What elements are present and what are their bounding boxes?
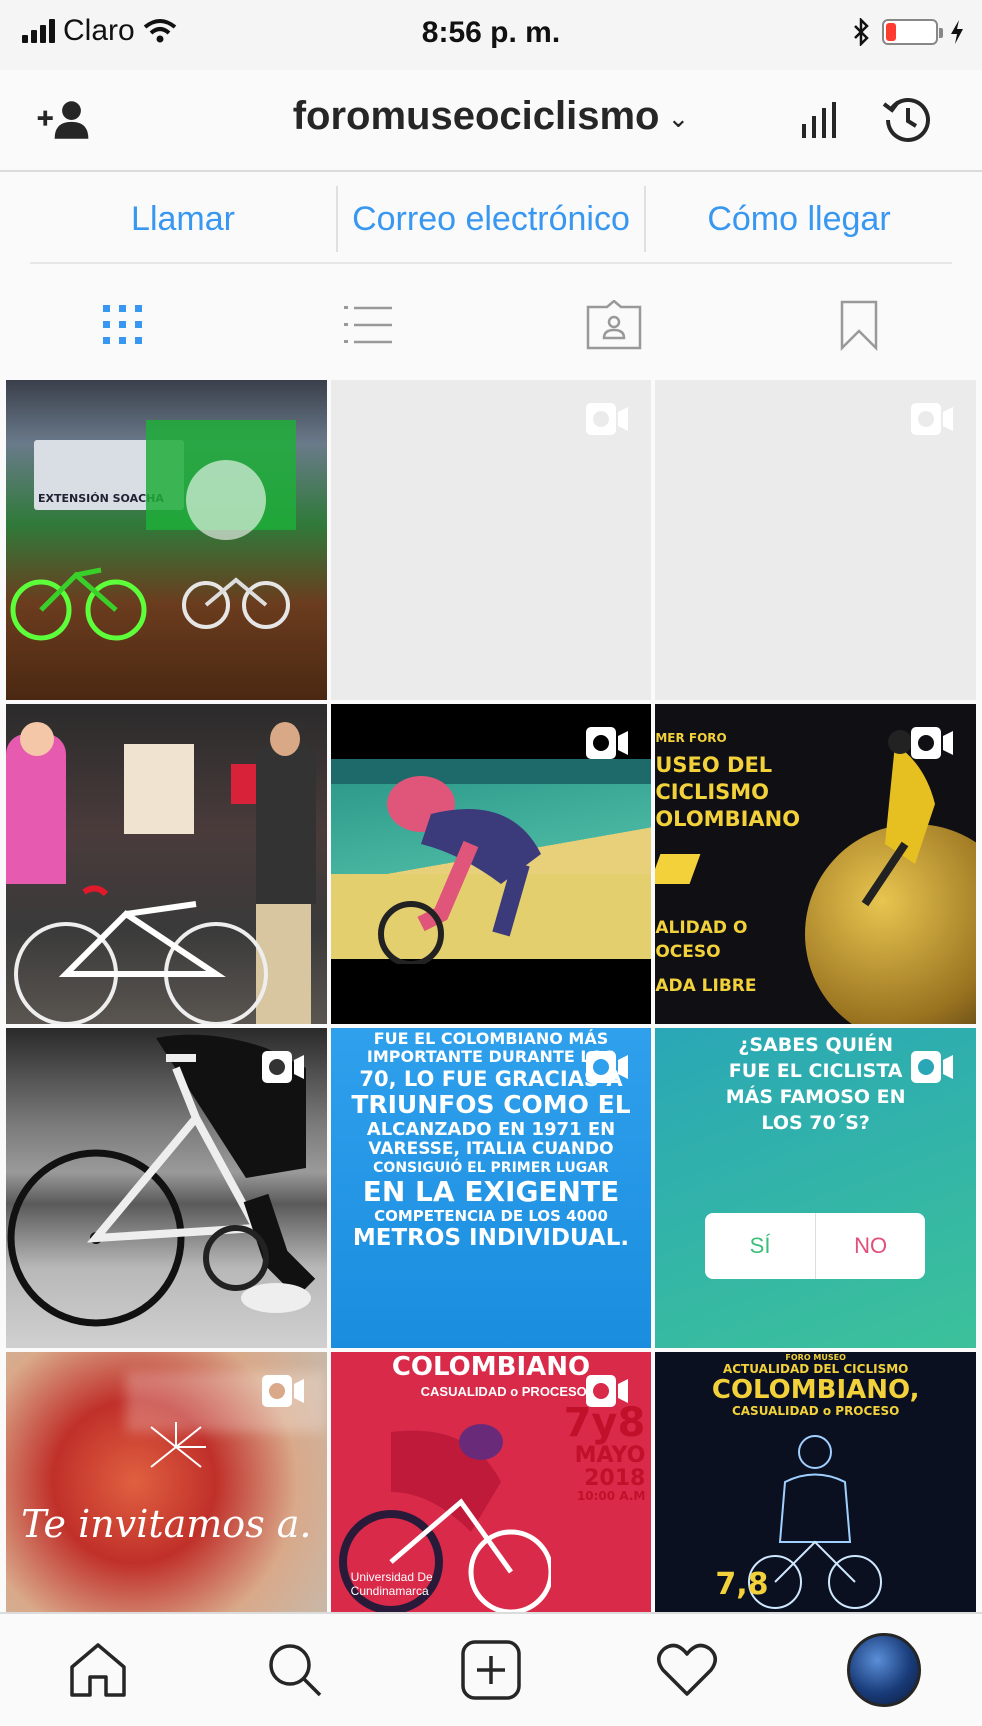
profile-avatar (846, 1633, 921, 1707)
battery-icon (882, 19, 943, 45)
post-thumbnail[interactable] (6, 704, 327, 1024)
video-camera-icon (261, 1375, 304, 1407)
post-thumbnail-video[interactable]: Te invitamos a. (6, 1352, 327, 1612)
directions-button[interactable]: Cómo llegar (646, 176, 952, 262)
post-thumbnail-video[interactable]: MER FORO USEO DEL CICLISMO OLOMBIANO ALI… (655, 704, 976, 1024)
post-thumbnail-video[interactable]: FUE EL COLOMBIANO MÁS IMPORTANTE DURANTE… (330, 1028, 652, 1348)
post-text: ¿SABES QUIÉN FUE EL CICLISTA MÁS FAMOSO … (725, 1034, 906, 1134)
view-tabs (0, 270, 982, 380)
tagged-icon (586, 300, 641, 350)
tab-activity[interactable] (589, 1614, 785, 1726)
post-thumbnail[interactable]: EXTENSIÓN SOACHA (6, 380, 327, 700)
post-text: FORO MUSEO ACTUALIDAD DEL CICLISMO COLOM… (711, 1353, 920, 1418)
username: foromuseociclismo (292, 94, 660, 138)
grid-icon (102, 305, 142, 344)
post-text: MER FORO USEO DEL CICLISMO OLOMBIANO (655, 731, 801, 831)
bluetooth-icon (854, 18, 869, 46)
post-text: ALIDAD O OCESO ADA LIBRE (655, 918, 757, 996)
post-thumbnail-video[interactable] (330, 380, 652, 700)
post-text: Universidad De Cundinamarca (350, 1570, 433, 1598)
post-thumbnail[interactable]: FORO MUSEO ACTUALIDAD DEL CICLISMO COLOM… (655, 1352, 976, 1612)
tab-home[interactable] (0, 1614, 196, 1726)
home-icon (70, 1643, 126, 1697)
video-camera-icon (910, 727, 953, 759)
email-button[interactable]: Correo electrónico (338, 176, 644, 262)
insights-icon[interactable] (790, 90, 850, 150)
event-date: 7,8 (715, 1567, 769, 1602)
charging-bolt-icon (951, 20, 963, 44)
tab-saved[interactable] (737, 270, 982, 380)
video-camera-icon (586, 727, 629, 759)
video-camera-icon (586, 403, 629, 435)
call-button[interactable]: Llamar (30, 176, 336, 262)
poll-option-no: NO (854, 1233, 888, 1258)
video-camera-icon (586, 1375, 629, 1407)
poll-option-yes: SÍ (705, 1213, 816, 1279)
event-date: 7y8 MAYO 2018 10:00 A.M (563, 1400, 646, 1504)
new-post-icon (461, 1640, 521, 1700)
list-icon (344, 306, 393, 344)
tab-new-post[interactable] (393, 1614, 589, 1726)
tab-list[interactable] (246, 270, 492, 380)
post-thumbnail-video[interactable] (6, 1028, 327, 1348)
post-thumbnail-video[interactable]: COLOMBIANO CASUALIDAD o PROCESO 7y8 MAYO… (330, 1352, 652, 1612)
video-camera-icon (586, 1051, 629, 1083)
contact-actions: Llamar Correo electrónico Cómo llegar (30, 176, 952, 264)
video-camera-icon (261, 1051, 304, 1083)
saved-icon (841, 300, 878, 351)
posts-grid: EXTENSIÓN SOACHA MER FORO USEO DEL CICLI… (6, 380, 976, 1612)
activity-heart-icon (657, 1643, 718, 1696)
video-camera-icon (910, 1051, 953, 1083)
post-thumbnail-video[interactable] (330, 704, 652, 1024)
tab-profile[interactable] (786, 1614, 982, 1726)
status-right (852, 18, 964, 46)
archive-history-icon[interactable] (878, 90, 938, 150)
bottom-tab-bar (0, 1612, 982, 1726)
search-icon (268, 1644, 321, 1697)
poll-sticker: SÍ NO (705, 1213, 926, 1279)
profile-header: foromuseociclismo ⌄ (0, 70, 982, 172)
clock: 8:56 p. m. (421, 16, 561, 49)
tab-grid[interactable] (0, 270, 246, 380)
post-thumbnail-video[interactable]: ¿SABES QUIÉN FUE EL CICLISTA MÁS FAMOSO … (655, 1028, 976, 1348)
video-camera-icon (910, 403, 953, 435)
tab-tagged[interactable] (491, 270, 737, 380)
tab-search[interactable] (196, 1614, 392, 1726)
post-thumbnail-video[interactable] (655, 380, 976, 700)
chevron-down-icon: ⌄ (667, 102, 690, 133)
post-text: Te invitamos a. (21, 1502, 312, 1546)
status-bar: Claro 8:56 p. m. (0, 0, 982, 70)
